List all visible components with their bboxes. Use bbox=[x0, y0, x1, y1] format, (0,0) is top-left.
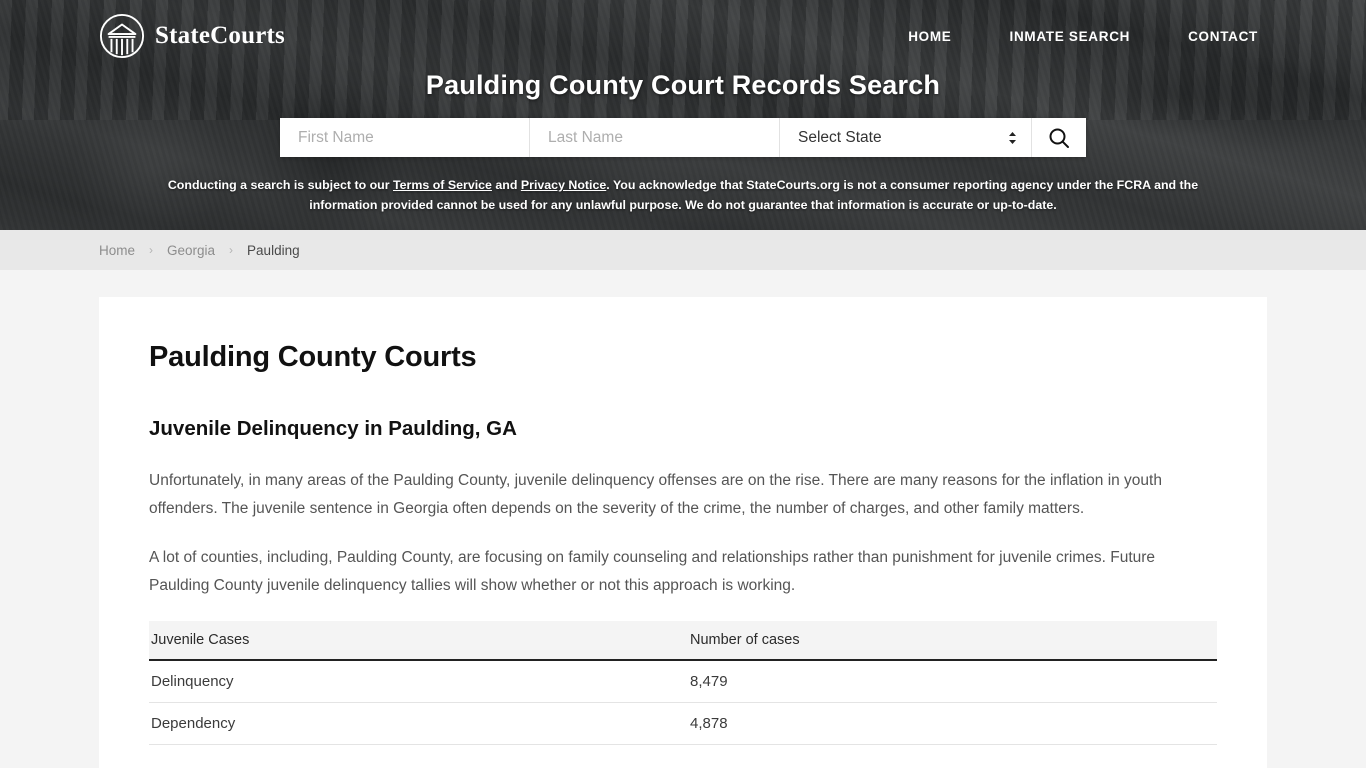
first-name-field-wrapper bbox=[280, 118, 530, 157]
breadcrumb-item-paulding: Paulding bbox=[247, 242, 300, 258]
nav-item-contact[interactable]: CONTACT bbox=[1188, 29, 1258, 44]
table-header-row: Juvenile Cases Number of cases bbox=[149, 621, 1217, 662]
breadcrumb-item-georgia[interactable]: Georgia bbox=[167, 243, 215, 258]
juvenile-cases-table: Juvenile Cases Number of cases Delinquen… bbox=[149, 621, 1217, 746]
paragraph-2: A lot of counties, including, Paulding C… bbox=[149, 549, 1156, 594]
disclaimer-text-2: and bbox=[491, 178, 521, 192]
disclaimer-text-1: Conducting a search is subject to our bbox=[167, 178, 393, 192]
courthouse-circle-icon bbox=[99, 13, 145, 59]
nav-item-home[interactable]: HOME bbox=[908, 29, 951, 44]
content-wrapper: Paulding County Courts Juvenile Delinque… bbox=[0, 270, 1366, 768]
breadcrumb-item-home[interactable]: Home bbox=[99, 243, 135, 258]
content-card: Paulding County Courts Juvenile Delinque… bbox=[99, 297, 1267, 768]
section-title: Juvenile Delinquency in Paulding, GA bbox=[149, 417, 517, 440]
brand-name: StateCourts bbox=[155, 22, 285, 49]
breadcrumb-separator-icon: › bbox=[229, 243, 234, 257]
nav-item-inmate-search[interactable]: INMATE SEARCH bbox=[1010, 29, 1131, 44]
hero-header: StateCourts HOME INMATE SEARCH CONTACT P… bbox=[0, 0, 1366, 230]
paragraph-1: Unfortunately, in many areas of the Paul… bbox=[149, 472, 1162, 517]
breadcrumb-separator-icon: › bbox=[149, 243, 154, 257]
table-cell-count: 4,878 bbox=[688, 702, 1217, 746]
breadcrumb: Home › Georgia › Paulding bbox=[99, 243, 300, 258]
first-name-input[interactable] bbox=[298, 128, 511, 147]
table-row: Delinquency 8,479 bbox=[149, 660, 1217, 704]
state-select-wrapper: Select State bbox=[780, 118, 1032, 157]
search-button[interactable] bbox=[1032, 118, 1086, 157]
table-cell-case-type: Dependency bbox=[149, 702, 688, 746]
court-records-search-form: Select State bbox=[280, 118, 1086, 157]
state-select[interactable]: Select State bbox=[798, 129, 1013, 146]
last-name-field-wrapper bbox=[530, 118, 780, 157]
search-disclaimer: Conducting a search is subject to our Te… bbox=[133, 175, 1233, 216]
table-cell-case-type: Delinquency bbox=[149, 660, 688, 704]
privacy-notice-link[interactable]: Privacy Notice bbox=[521, 178, 606, 192]
terms-of-service-link[interactable]: Terms of Service bbox=[393, 178, 492, 192]
table-header-count: Number of cases bbox=[688, 621, 1217, 662]
main-navigation: HOME INMATE SEARCH CONTACT bbox=[908, 29, 1258, 44]
last-name-input[interactable] bbox=[548, 128, 761, 147]
page-title: Paulding County Courts bbox=[149, 341, 477, 373]
hero-title: Paulding County Court Records Search bbox=[425, 70, 941, 100]
brand-logo[interactable]: StateCourts bbox=[99, 13, 285, 59]
magnifier-icon bbox=[1049, 128, 1069, 148]
top-bar: StateCourts HOME INMATE SEARCH CONTACT bbox=[0, 0, 1366, 59]
breadcrumb-bar: Home › Georgia › Paulding bbox=[0, 230, 1366, 270]
table-cell-count: 8,479 bbox=[688, 660, 1217, 704]
table-row: Dependency 4,878 bbox=[149, 702, 1217, 746]
table-header-case-type: Juvenile Cases bbox=[149, 621, 688, 662]
